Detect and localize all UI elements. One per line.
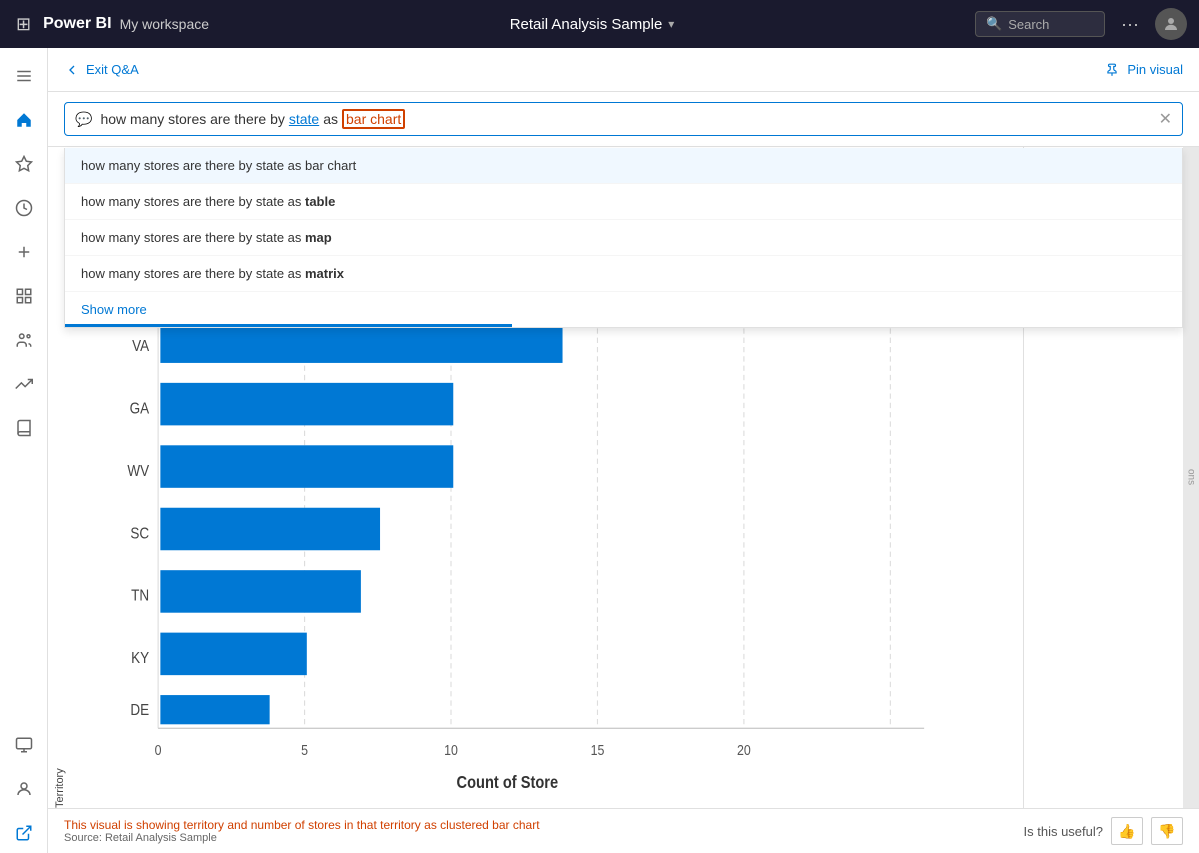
qa-text-state: state [289, 111, 319, 127]
sub-header-left: Exit Q&A [64, 62, 139, 78]
thumbs-up-button[interactable]: 👍 [1111, 817, 1143, 845]
show-more-button[interactable]: Show more [65, 292, 1182, 327]
sub-header: Exit Q&A Pin visual [48, 48, 1199, 92]
sidebar-item-learn[interactable] [4, 408, 44, 448]
qa-chat-icon: 💬 [75, 111, 92, 128]
search-box[interactable]: 🔍 Search [975, 11, 1105, 37]
sidebar-item-people[interactable] [4, 320, 44, 360]
sidebar-item-external[interactable] [4, 813, 44, 853]
svg-text:DE: DE [130, 702, 149, 719]
search-icon: 🔍 [986, 16, 1002, 32]
autocomplete-dropdown: how many stores are there by state as ba… [64, 148, 1183, 328]
useful-label: Is this useful? [1024, 824, 1104, 839]
sidebar-item-collapse[interactable] [4, 56, 44, 96]
qa-area: 💬 how many stores are there by state as … [48, 92, 1199, 147]
sidebar-item-apps[interactable] [4, 276, 44, 316]
more-options-button[interactable]: ··· [1113, 10, 1147, 39]
svg-text:GA: GA [130, 400, 150, 417]
pin-visual-button[interactable]: Pin visual [1105, 62, 1183, 77]
svg-text:SC: SC [130, 525, 149, 542]
thumbs-down-button[interactable]: 👎 [1151, 817, 1183, 845]
sidebar-item-recent[interactable] [4, 188, 44, 228]
sidebar-item-metrics[interactable] [4, 364, 44, 404]
svg-text:Count of Store: Count of Store [457, 774, 559, 792]
svg-text:0: 0 [155, 742, 162, 758]
bottom-info-text: This visual is showing territory and num… [64, 818, 540, 832]
svg-text:KY: KY [131, 650, 149, 667]
qa-clear-button[interactable]: ✕ [1159, 109, 1172, 129]
svg-text:10: 10 [444, 742, 458, 758]
qa-text-as: as [323, 111, 338, 127]
sidebar-item-workspaces[interactable] [4, 725, 44, 765]
report-title: Retail Analysis Sample ▾ [217, 16, 967, 33]
autocomplete-item-1[interactable]: how many stores are there by state as ta… [65, 184, 1182, 220]
sidebar-item-profile[interactable] [4, 769, 44, 809]
autocomplete-item-3[interactable]: how many stores are there by state as ma… [65, 256, 1182, 292]
user-avatar[interactable] [1155, 8, 1187, 40]
bottom-feedback: Is this useful? 👍 👎 [1024, 817, 1184, 845]
svg-text:WV: WV [127, 463, 149, 480]
svg-text:5: 5 [301, 742, 308, 758]
autocomplete-item-2[interactable]: how many stores are there by state as ma… [65, 220, 1182, 256]
qa-text-highlighted: bar chart [342, 109, 405, 129]
main-content: Exit Q&A Pin visual 💬 how many stores ar… [48, 48, 1199, 853]
ons-strip: ons [1183, 147, 1199, 808]
svg-text:15: 15 [591, 742, 605, 758]
qa-input-box[interactable]: 💬 how many stores are there by state as … [64, 102, 1183, 136]
bottom-info: This visual is showing territory and num… [64, 818, 540, 844]
exit-qa-button[interactable]: Exit Q&A [64, 62, 139, 78]
grid-icon[interactable]: ⊞ [12, 10, 35, 39]
svg-text:20: 20 [737, 742, 751, 758]
sidebar-item-create[interactable] [4, 232, 44, 272]
qa-input-text[interactable]: how many stores are there by state as ba… [100, 109, 1150, 129]
main-layout: Exit Q&A Pin visual 💬 how many stores ar… [0, 48, 1199, 853]
sidebar-item-favorites[interactable] [4, 144, 44, 184]
autocomplete-item-0[interactable]: how many stores are there by state as ba… [65, 148, 1182, 184]
left-sidebar [0, 48, 48, 853]
workspace-label[interactable]: My workspace [120, 16, 209, 32]
logo: Power BI [43, 15, 111, 33]
svg-text:TN: TN [131, 588, 149, 605]
qa-text-before: how many stores are there by [100, 111, 284, 127]
bottom-bar: This visual is showing territory and num… [48, 808, 1199, 853]
autocomplete-progress-bar [65, 324, 512, 327]
top-nav: ⊞ Power BI My workspace Retail Analysis … [0, 0, 1199, 48]
sidebar-item-home[interactable] [4, 100, 44, 140]
bottom-source-text: Source: Retail Analysis Sample [64, 832, 540, 844]
svg-text:VA: VA [132, 338, 149, 355]
